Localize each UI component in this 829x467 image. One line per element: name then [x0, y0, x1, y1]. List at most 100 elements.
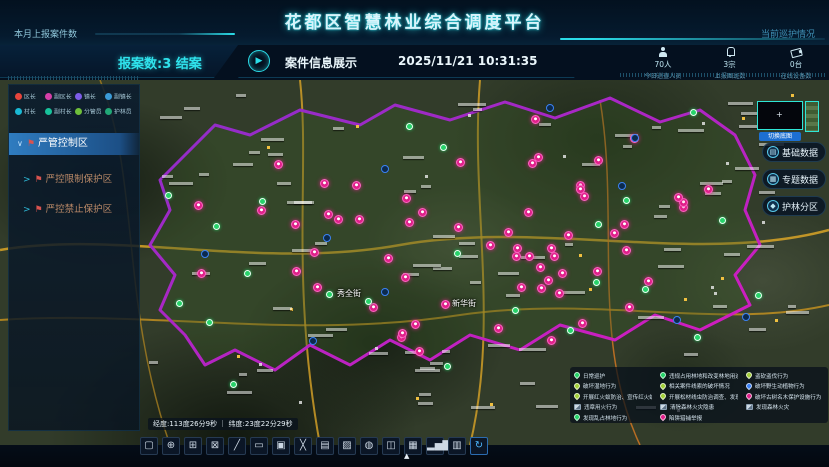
map-label-noise — [149, 361, 158, 364]
map-label-noise — [160, 116, 183, 119]
device-marker[interactable] — [546, 104, 554, 112]
case-marker[interactable] — [504, 228, 513, 237]
legend-item-6[interactable]: 分管员 — [75, 106, 105, 116]
map-speck — [259, 363, 262, 366]
patrol-marker[interactable] — [454, 250, 461, 257]
patrol-marker[interactable] — [406, 123, 413, 130]
clear-selection-tool[interactable]: ⊠ — [206, 437, 224, 455]
pin-green-marker-icon — [573, 413, 581, 421]
zone-tree-parent[interactable]: ∨⚑严管控制区 — [9, 133, 139, 155]
basemap-globe-tool[interactable]: ⊕ — [162, 437, 180, 455]
zone-tree-child-1[interactable]: >⚑严控禁止保护区 — [23, 201, 139, 215]
legend-item-0[interactable]: 区长 — [15, 91, 45, 101]
snapshot-tool[interactable]: ▤ — [316, 437, 334, 455]
case-marker[interactable] — [310, 248, 319, 257]
patrol-marker[interactable] — [230, 381, 237, 388]
patrol-marker[interactable] — [259, 198, 266, 205]
play-button[interactable]: ▶ — [248, 50, 270, 72]
case-marker[interactable] — [401, 273, 410, 282]
case-marker[interactable] — [536, 263, 545, 272]
case-marker[interactable] — [528, 159, 537, 168]
patrol-status-label: 当前巡护情况 — [761, 27, 815, 40]
event-legend-item: 开展松材线虫防治调查、发现疑似松材的 — [658, 391, 744, 402]
map-label-noise — [326, 328, 346, 331]
patrol-marker[interactable] — [642, 286, 649, 293]
legend-item-1[interactable]: 副区长 — [45, 91, 75, 101]
case-marker[interactable] — [576, 185, 585, 194]
refresh-tool[interactable]: ↻ — [470, 437, 488, 455]
case-marker[interactable] — [625, 303, 634, 312]
buffer-tool[interactable]: ◍ — [360, 437, 378, 455]
case-marker[interactable] — [313, 283, 322, 292]
case-marker[interactable] — [352, 181, 361, 190]
statistics-tool[interactable]: ▂▅▇ — [426, 437, 444, 455]
zone-tree-children: >⚑严控限制保护区 >⚑严控禁止保护区 — [9, 171, 139, 215]
legend-item-4[interactable]: 村长 — [15, 106, 45, 116]
case-marker[interactable] — [320, 179, 329, 188]
zone-tree-child-0[interactable]: >⚑严控限制保护区 — [23, 171, 139, 185]
case-marker[interactable] — [512, 252, 521, 261]
map-label-noise — [565, 243, 574, 246]
case-marker[interactable] — [274, 160, 283, 169]
case-marker[interactable] — [355, 215, 364, 224]
pin-lime-marker-icon — [745, 371, 753, 379]
measure-line-tool[interactable]: ╱ — [228, 437, 246, 455]
legend-dot-icon — [105, 93, 112, 100]
legend-item-3[interactable]: 副镇长 — [105, 91, 135, 101]
measure-area-tool[interactable]: ▨ — [338, 437, 356, 455]
device-marker[interactable] — [201, 250, 209, 258]
patrol-marker[interactable] — [176, 300, 183, 307]
map-speck — [375, 347, 378, 350]
case-marker[interactable] — [334, 215, 343, 224]
case-marker[interactable] — [524, 208, 533, 217]
event-legend-item: 开展红火蚁防治、宣传红火蚁防治知识 — [572, 391, 658, 402]
patrol-marker[interactable] — [444, 363, 451, 370]
monthly-cases-label: 本月上报案件数 — [14, 27, 77, 40]
basemap-toggle-button[interactable]: 切换底图 — [759, 132, 801, 141]
case-marker[interactable] — [454, 223, 463, 232]
basic-data-button[interactable]: ▤基础数据 — [762, 142, 826, 162]
print-tool[interactable]: ▥ — [448, 437, 466, 455]
basemap-thumbnail[interactable] — [805, 101, 819, 132]
map-speck — [267, 146, 270, 149]
case-marker[interactable] — [257, 206, 266, 215]
case-info-button[interactable]: 案件信息展示 — [285, 54, 357, 71]
collapse-toolbar-button[interactable]: ▲ — [404, 452, 409, 460]
draw-rectangle-tool[interactable]: ▣ — [272, 437, 290, 455]
frame-select-tool[interactable]: ▢ — [140, 437, 158, 455]
map-label-noise — [184, 107, 200, 110]
case-marker[interactable] — [456, 158, 465, 167]
case-marker[interactable] — [547, 336, 556, 345]
case-marker[interactable] — [411, 320, 420, 329]
patrol-marker[interactable] — [365, 298, 372, 305]
case-marker[interactable] — [291, 220, 300, 229]
case-marker[interactable] — [405, 218, 414, 227]
patrol-marker[interactable] — [165, 192, 172, 199]
device-marker[interactable] — [381, 288, 389, 296]
minimap-overview[interactable]: + — [757, 101, 803, 130]
case-marker[interactable] — [610, 229, 619, 238]
split-screen-tool[interactable]: ◫ — [382, 437, 400, 455]
event-legend-label: 违规占用林地和改变林地用途的行为 — [669, 371, 738, 379]
case-marker[interactable] — [398, 329, 407, 338]
measure-tools[interactable]: ╳ — [294, 437, 312, 455]
zoom-extent-tool[interactable]: ⊞ — [184, 437, 202, 455]
case-marker[interactable] — [531, 115, 540, 124]
device-marker[interactable] — [323, 234, 331, 242]
patrol-marker[interactable] — [206, 319, 213, 326]
legend-item-2[interactable]: 镇长 — [75, 91, 105, 101]
device-marker[interactable] — [618, 182, 626, 190]
legend-item-7[interactable]: 护林员 — [105, 106, 135, 116]
map-label-noise — [415, 369, 440, 372]
case-marker[interactable] — [674, 193, 683, 202]
case-marker[interactable] — [486, 241, 495, 250]
forest-zone-button[interactable]: ◆护林分区 — [762, 196, 826, 216]
case-marker[interactable] — [415, 347, 424, 356]
case-marker[interactable] — [517, 283, 526, 292]
legend-item-5[interactable]: 副村长 — [45, 106, 75, 116]
case-marker[interactable] — [537, 284, 546, 293]
pan-tool[interactable]: ▭ — [250, 437, 268, 455]
crosshair-icon: + — [776, 110, 783, 119]
thematic-data-button[interactable]: ▦专题数据 — [762, 169, 826, 189]
patrol-marker[interactable] — [690, 109, 697, 116]
